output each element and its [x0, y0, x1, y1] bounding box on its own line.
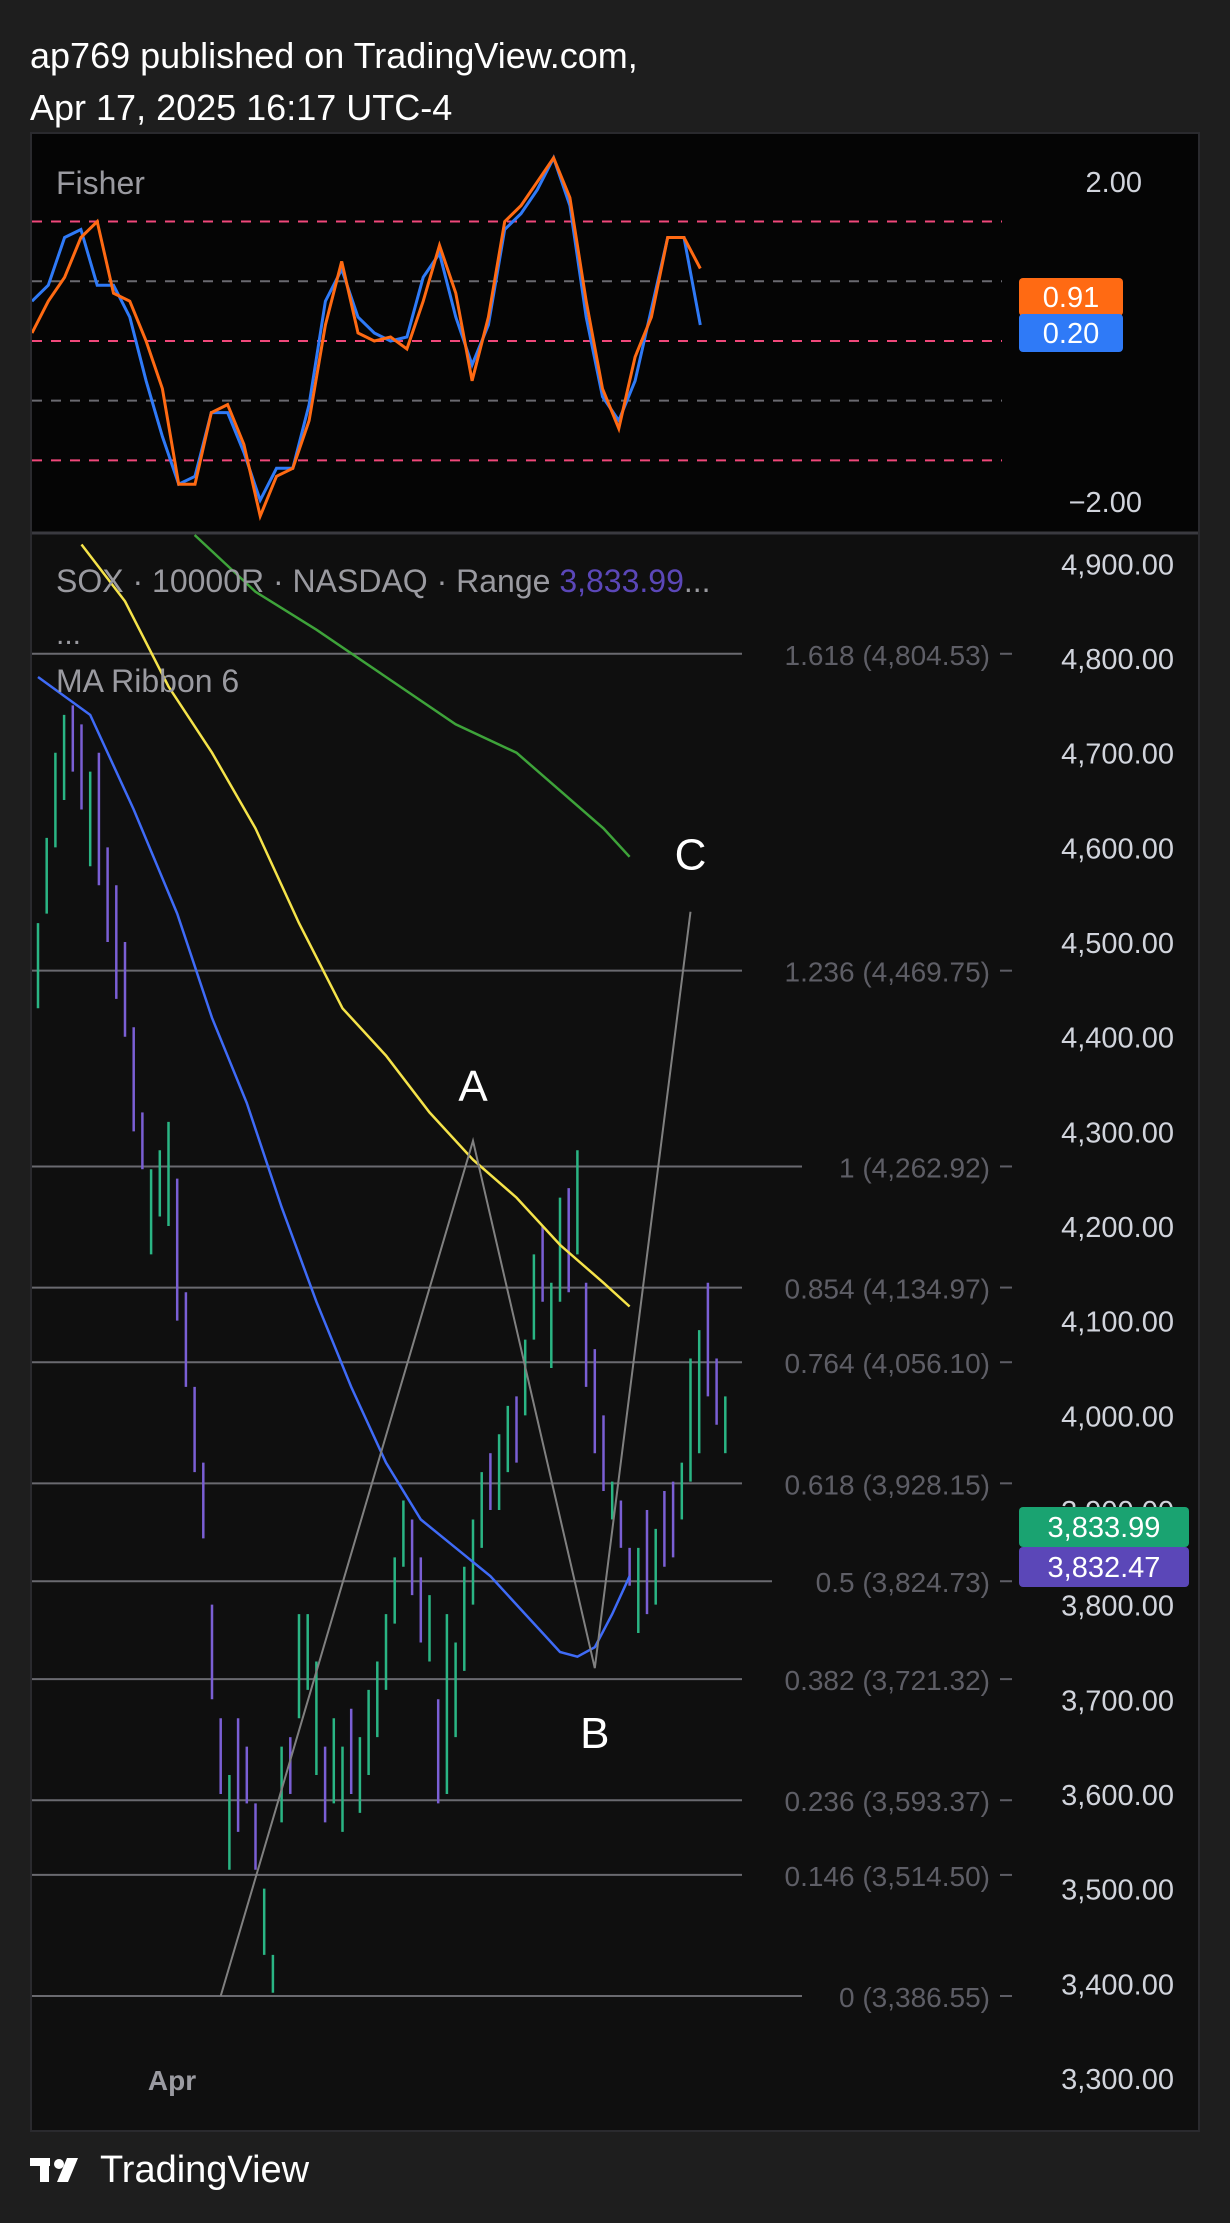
fib-level-label: 0.764 (4,056.10) [785, 1348, 991, 1379]
price-y-tick: 4,500.00 [1061, 928, 1174, 960]
brand-name: TradingView [100, 2148, 310, 2191]
price-y-tick: 4,900.00 [1061, 549, 1174, 581]
wave-label-a: A [458, 1062, 488, 1111]
fisher-value-tag-label: 0.20 [1043, 318, 1099, 350]
price-y-tick: 4,400.00 [1061, 1023, 1174, 1055]
indicator-label: MA Ribbon 6 [56, 663, 239, 699]
price-y-tick: 4,300.00 [1061, 1117, 1174, 1149]
fisher-y-tick: −2.00 [1069, 487, 1142, 519]
price-y-tick: 4,200.00 [1061, 1212, 1174, 1244]
price-y-tick: 4,700.00 [1061, 739, 1174, 771]
fib-level-label: 0.854 (4,134.97) [785, 1274, 991, 1305]
fib-level-label: 0.5 (3,824.73) [816, 1567, 990, 1598]
symbol-title: SOX · 10000R · NASDAQ · Range [56, 563, 559, 599]
publisher-line: ap769 published on TradingView.com, [30, 35, 638, 76]
price-y-tick: 3,600.00 [1061, 1780, 1174, 1812]
legend-more: ... [56, 618, 81, 651]
price-y-tick: 3,500.00 [1061, 1875, 1174, 1907]
price-y-tick: 3,400.00 [1061, 1969, 1174, 2001]
chart-canvas[interactable]: Fisher 2.00 −2.00 0.91 0.20 4,900.00 4,800.00 4… [32, 134, 1198, 2130]
fib-level-label: 1.236 (4,469.75) [785, 957, 991, 988]
legend-last-value: 3,833.99 [559, 563, 684, 599]
fib-level-label: 0.618 (3,928.15) [785, 1469, 991, 1500]
price-tag-label: 3,832.47 [1048, 1552, 1161, 1584]
price-y-tick: 3,800.00 [1061, 1591, 1174, 1623]
price-y-tick: 4,800.00 [1061, 644, 1174, 676]
price-tag-label: 3,833.99 [1048, 1512, 1161, 1544]
wave-label-c: C [675, 831, 707, 880]
footer: TradingView [30, 2140, 309, 2200]
fib-level-label: 0.382 (3,721.32) [785, 1665, 991, 1696]
fib-level-label: 0.236 (3,593.37) [785, 1786, 991, 1817]
price-y-tick: 4,000.00 [1061, 1401, 1174, 1433]
fib-level-label: 1 (4,262.92) [839, 1152, 990, 1183]
legend-ellipsis: ... [684, 563, 711, 599]
wave-label-b: B [580, 1709, 609, 1758]
fisher-title: Fisher [56, 165, 145, 201]
tradingview-logo-icon [30, 2158, 78, 2182]
price-legend: SOX · 10000R · NASDAQ · Range 3,833.99..… [56, 563, 711, 599]
price-y-tick: 4,100.00 [1061, 1307, 1174, 1339]
ma-mid-line [80, 543, 631, 1308]
publish-header: ap769 published on TradingView.com, Apr … [30, 30, 638, 134]
x-axis-tick: Apr [148, 2065, 196, 2096]
fib-level-label: 0 (3,386.55) [839, 1982, 990, 2013]
publish-date-line: Apr 17, 2025 16:17 UTC-4 [30, 87, 453, 128]
price-y-tick: 4,600.00 [1061, 833, 1174, 865]
fib-level-label: 0.146 (3,514.50) [785, 1861, 991, 1892]
fisher-value-tag-label: 0.91 [1043, 282, 1099, 314]
abc-pattern-line [219, 911, 692, 1997]
price-y-tick: 3,700.00 [1061, 1685, 1174, 1717]
fib-level-label: 1.618 (4,804.53) [785, 640, 991, 671]
price-y-tick: 3,300.00 [1061, 2064, 1174, 2096]
fisher-y-tick: 2.00 [1086, 167, 1142, 199]
chart-frame[interactable]: Fisher 2.00 −2.00 0.91 0.20 4,900.00 4,800.00 4… [30, 132, 1200, 2132]
